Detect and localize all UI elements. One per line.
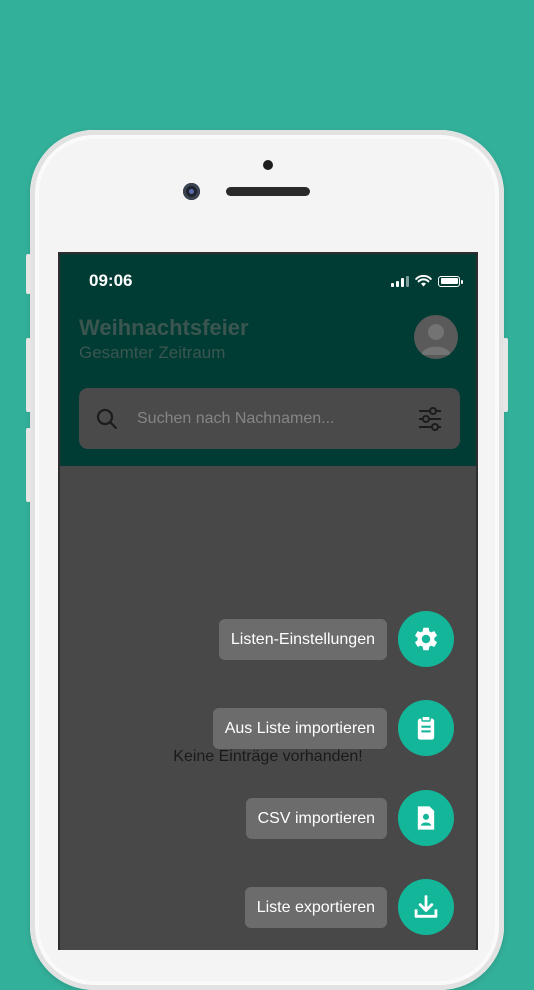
speed-dial-label[interactable]: CSV importieren <box>245 797 387 839</box>
mute-switch <box>26 254 31 294</box>
speed-dial-item-export-list[interactable]: Liste exportieren <box>244 879 454 935</box>
signal-icon <box>391 275 409 287</box>
proximity-sensor <box>263 160 273 170</box>
page-title: Weihnachtsfeier <box>79 315 249 340</box>
battery-icon <box>438 275 463 287</box>
power-button <box>503 338 508 412</box>
speed-dial-label[interactable]: Liste exportieren <box>244 886 387 928</box>
status-icons <box>391 275 463 287</box>
search-bar[interactable] <box>79 388 460 449</box>
volume-up-button <box>26 338 31 412</box>
speed-dial-item-import-csv[interactable]: CSV importieren <box>245 790 454 846</box>
volume-down-button <box>26 428 31 502</box>
speed-dial-item-import-list[interactable]: Aus Liste importieren <box>212 700 454 756</box>
speed-dial-label[interactable]: Listen-Einstellungen <box>218 618 387 660</box>
clipboard-icon[interactable] <box>398 700 454 756</box>
app-header: 09:06 Weihnachtsfeier Gesamter Zeitraum <box>60 254 476 466</box>
page-subtitle[interactable]: Gesamter Zeitraum <box>79 343 225 363</box>
wifi-icon <box>415 275 432 287</box>
speed-dial-label[interactable]: Aus Liste importieren <box>212 707 387 749</box>
user-avatar-icon[interactable] <box>414 315 458 359</box>
search-input[interactable] <box>137 409 417 428</box>
contact-file-icon[interactable] <box>398 790 454 846</box>
speed-dial-item-settings[interactable]: Listen-Einstellungen <box>218 611 454 667</box>
earpiece-speaker <box>226 187 310 196</box>
search-icon[interactable] <box>95 407 119 431</box>
download-icon[interactable] <box>398 879 454 935</box>
gear-icon[interactable] <box>398 611 454 667</box>
app-screen: 09:06 Weihnachtsfeier Gesamter Zeitraum <box>58 252 478 950</box>
front-camera <box>183 183 200 200</box>
status-time: 09:06 <box>89 271 133 290</box>
filter-sliders-icon[interactable] <box>417 406 443 432</box>
